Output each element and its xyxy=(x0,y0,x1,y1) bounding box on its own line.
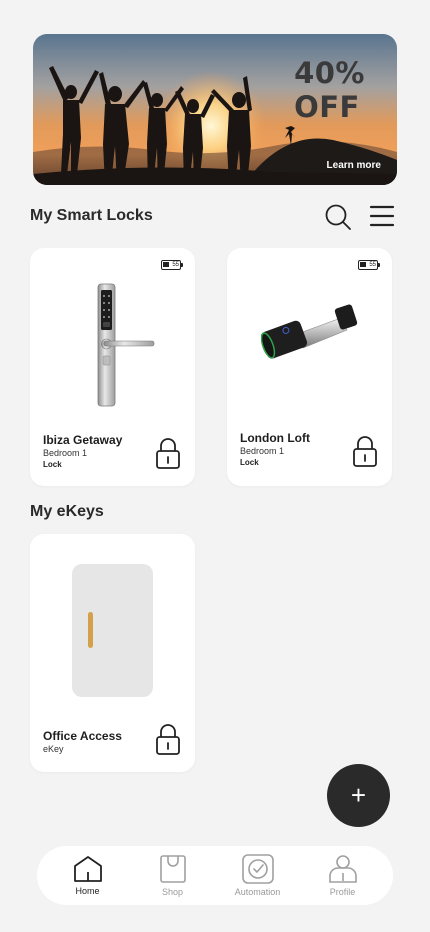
profile-icon xyxy=(328,855,357,883)
nav-item-profile[interactable]: Profile xyxy=(303,854,383,897)
plus-icon: + xyxy=(350,780,367,810)
lock-status: Lock xyxy=(43,460,62,469)
cylinder-lock-image xyxy=(261,304,358,359)
nav-item-automation[interactable]: Automation xyxy=(218,854,298,897)
learn-more-link[interactable]: Learn more xyxy=(327,160,381,171)
nav-label-profile: Profile xyxy=(329,887,356,897)
lock-name: Ibiza Getaway xyxy=(43,433,123,447)
menu-icon[interactable] xyxy=(369,204,395,233)
search-icon[interactable] xyxy=(324,203,352,236)
lock-room: Bedroom 1 xyxy=(43,448,88,458)
smart-lock-card-london[interactable]: 55 London Loft Bedroom 1 Lock xyxy=(227,248,392,486)
lock-icon[interactable] xyxy=(155,724,181,761)
smart-lock-card-ibiza[interactable]: 55 Ibiza Getaway Bedroom 1 Lock xyxy=(30,248,195,486)
nav-label-automation: Automation xyxy=(234,887,281,897)
lock-name: London Loft xyxy=(240,431,310,445)
bottom-nav: Home Shop Automation Profile xyxy=(37,846,393,905)
door-handle xyxy=(88,612,93,648)
ekey-name: Office Access xyxy=(43,729,122,743)
lock-icon[interactable] xyxy=(352,436,378,473)
ekey-type: eKey xyxy=(43,744,64,754)
nav-item-shop[interactable]: Shop xyxy=(133,854,213,897)
door-image xyxy=(72,564,153,697)
nav-item-home[interactable]: Home xyxy=(48,855,128,896)
automation-icon xyxy=(241,854,274,884)
ekey-card-office[interactable]: Office Access eKey xyxy=(30,534,195,772)
nav-label-home: Home xyxy=(75,886,100,896)
door-handle-lock-image xyxy=(97,283,155,407)
battery-indicator: 55 xyxy=(161,260,183,270)
shopping-bag-icon xyxy=(159,855,186,883)
ekeys-title: My eKeys xyxy=(30,503,104,520)
nav-label-shop: Shop xyxy=(161,887,184,897)
add-button[interactable]: + xyxy=(327,764,390,827)
lock-icon[interactable] xyxy=(155,438,181,475)
discount-text: 40% OFF xyxy=(294,56,365,124)
smart-locks-title: My Smart Locks xyxy=(30,207,153,224)
lock-status: Lock xyxy=(240,458,259,467)
promo-banner[interactable]: 40% OFF Learn more xyxy=(33,34,397,185)
lock-room: Bedroom 1 xyxy=(240,446,285,456)
home-icon xyxy=(73,856,102,882)
battery-indicator: 55 xyxy=(358,260,380,270)
